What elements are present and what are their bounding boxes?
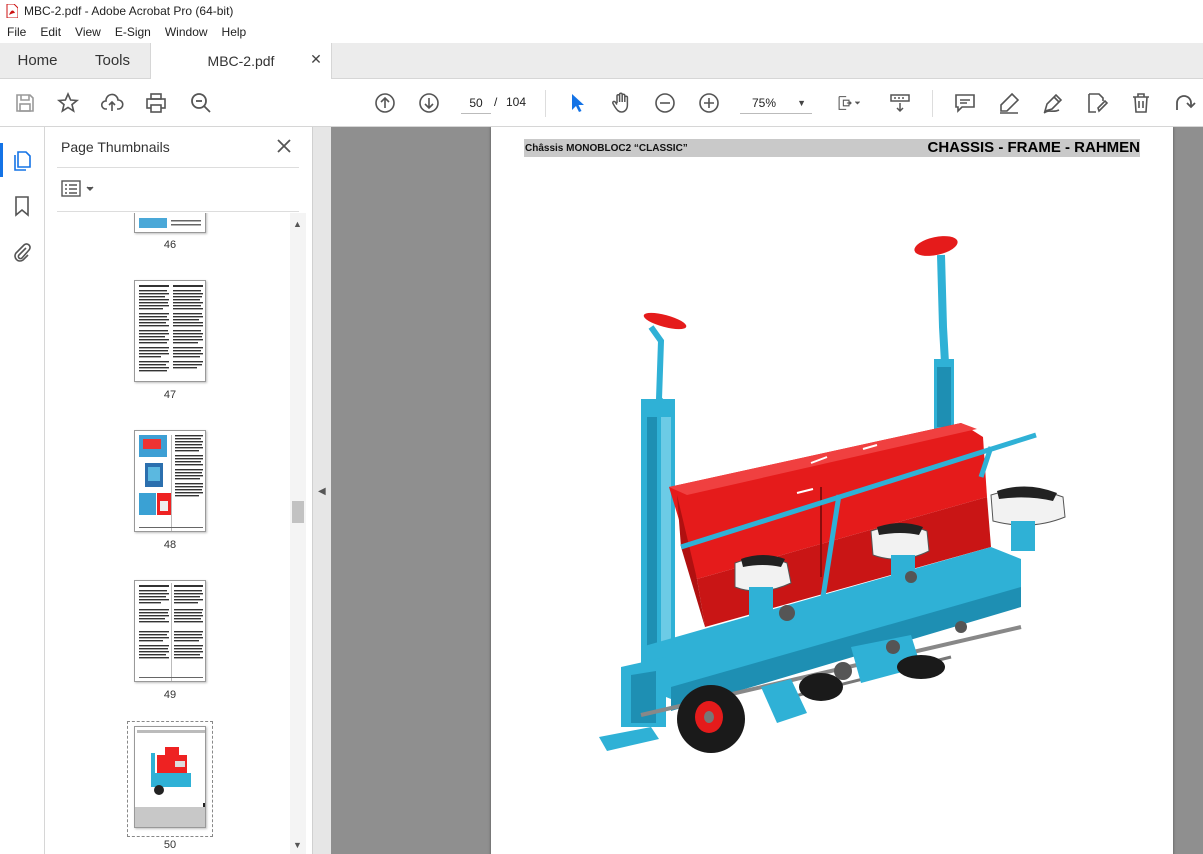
menu-help[interactable]: Help (215, 22, 254, 43)
trash-icon[interactable] (1129, 91, 1153, 115)
pointer-icon[interactable] (565, 91, 589, 115)
tab-document-label: MBC-2.pdf (207, 53, 275, 69)
thumbnail-scrollbar[interactable]: ▲ ▼ (290, 213, 306, 854)
zoom-level-select[interactable]: 75% ▼ (740, 92, 812, 114)
pdf-page: Châssis MONOBLOC2 “CLASSIC” CHASSIS - FR… (491, 127, 1173, 854)
menu-bar: File Edit View E-Sign Window Help (0, 22, 1203, 43)
chevron-left-icon: ◀ (318, 486, 326, 497)
upload-icon[interactable] (100, 91, 124, 115)
tab-tools[interactable]: Tools (75, 43, 151, 78)
page-fit-icon[interactable] (832, 91, 866, 115)
save-icon[interactable] (13, 91, 37, 115)
comment-icon[interactable] (953, 91, 977, 115)
panel-divider (57, 167, 299, 168)
thumbnail-list: 46 47 48 49 50 (45, 213, 290, 854)
print-icon[interactable] (144, 91, 168, 115)
title-bar: MBC-2.pdf - Adobe Acrobat Pro (64-bit) (0, 0, 1203, 22)
zoom-level-value: 75% (752, 96, 777, 110)
scroll-down-icon[interactable]: ▼ (293, 840, 302, 850)
scroll-up-icon[interactable]: ▲ (293, 219, 302, 229)
document-view[interactable]: Châssis MONOBLOC2 “CLASSIC” CHASSIS - FR… (331, 127, 1203, 854)
page-thumbnails-icon[interactable] (0, 143, 33, 177)
seeder-chassis-illustration (599, 236, 1066, 753)
bookmark-icon[interactable] (11, 195, 33, 217)
highlight-pen-icon[interactable] (997, 91, 1021, 115)
acrobat-app-icon (6, 4, 18, 18)
thumbnail-page-number: 46 (163, 239, 177, 251)
toolbar-divider (932, 90, 933, 117)
thumbnail-options-button[interactable] (61, 180, 97, 198)
draw-icon[interactable] (1041, 91, 1065, 115)
thumbnail-page-number: 48 (163, 539, 177, 551)
menu-file[interactable]: File (0, 22, 33, 43)
close-panel-icon[interactable] (275, 137, 293, 155)
zoom-out-icon[interactable] (653, 91, 677, 115)
scroll-mode-icon[interactable] (888, 91, 912, 115)
thumbnail-page-number: 50 (163, 839, 177, 851)
page-thumbnails-panel: Page Thumbnails 46 47 48 49 50 ▲ ▼ (45, 127, 313, 854)
rotate-icon[interactable] (1172, 91, 1196, 115)
arrow-up-circle-icon[interactable] (373, 91, 397, 115)
thumbnail-page-48[interactable] (134, 430, 206, 532)
seed-unit (990, 486, 1066, 551)
attachment-icon[interactable] (11, 241, 33, 263)
tab-bar: Home Tools MBC-2.pdf ✕ (0, 43, 1203, 79)
close-tab-icon[interactable]: ✕ (309, 52, 323, 66)
thumbnail-page-number: 47 (163, 389, 177, 401)
navigation-rail (0, 127, 45, 854)
toolbar-divider (545, 90, 546, 117)
acrobat-window: MBC-2.pdf - Adobe Acrobat Pro (64-bit) F… (0, 0, 1203, 854)
thumbnail-page-50[interactable] (134, 726, 206, 828)
star-icon[interactable] (56, 91, 80, 115)
edit-icon[interactable] (1085, 91, 1109, 115)
thumbnail-page-46[interactable] (134, 213, 206, 233)
page-total: 104 (506, 95, 527, 109)
window-title: MBC-2.pdf - Adobe Acrobat Pro (64-bit) (24, 4, 234, 18)
page-separator: / (494, 95, 498, 109)
menu-esign[interactable]: E-Sign (108, 22, 158, 43)
panel-collapse-handle[interactable]: ◀ (313, 127, 331, 854)
menu-view[interactable]: View (68, 22, 108, 43)
zoom-in-icon[interactable] (697, 91, 721, 115)
tab-document[interactable]: MBC-2.pdf ✕ (151, 43, 332, 79)
panel-title: Page Thumbnails (61, 139, 170, 155)
hand-icon[interactable] (609, 91, 633, 115)
menu-window[interactable]: Window (158, 22, 215, 43)
panel-divider (57, 211, 299, 212)
thumbnail-page-47[interactable] (134, 280, 206, 382)
zoom-search-icon[interactable] (189, 91, 213, 115)
thumbnail-page-number: 49 (163, 689, 177, 701)
page-number-input[interactable]: 50 (461, 92, 491, 114)
arrow-down-circle-icon[interactable] (417, 91, 441, 115)
chevron-down-icon: ▼ (797, 98, 806, 108)
toolbar: 50 / 104 75% ▼ (0, 80, 1203, 127)
scrollbar-thumb[interactable] (292, 501, 304, 523)
thumbnail-page-49[interactable] (134, 580, 206, 682)
tab-home[interactable]: Home (0, 43, 75, 78)
menu-edit[interactable]: Edit (33, 22, 68, 43)
